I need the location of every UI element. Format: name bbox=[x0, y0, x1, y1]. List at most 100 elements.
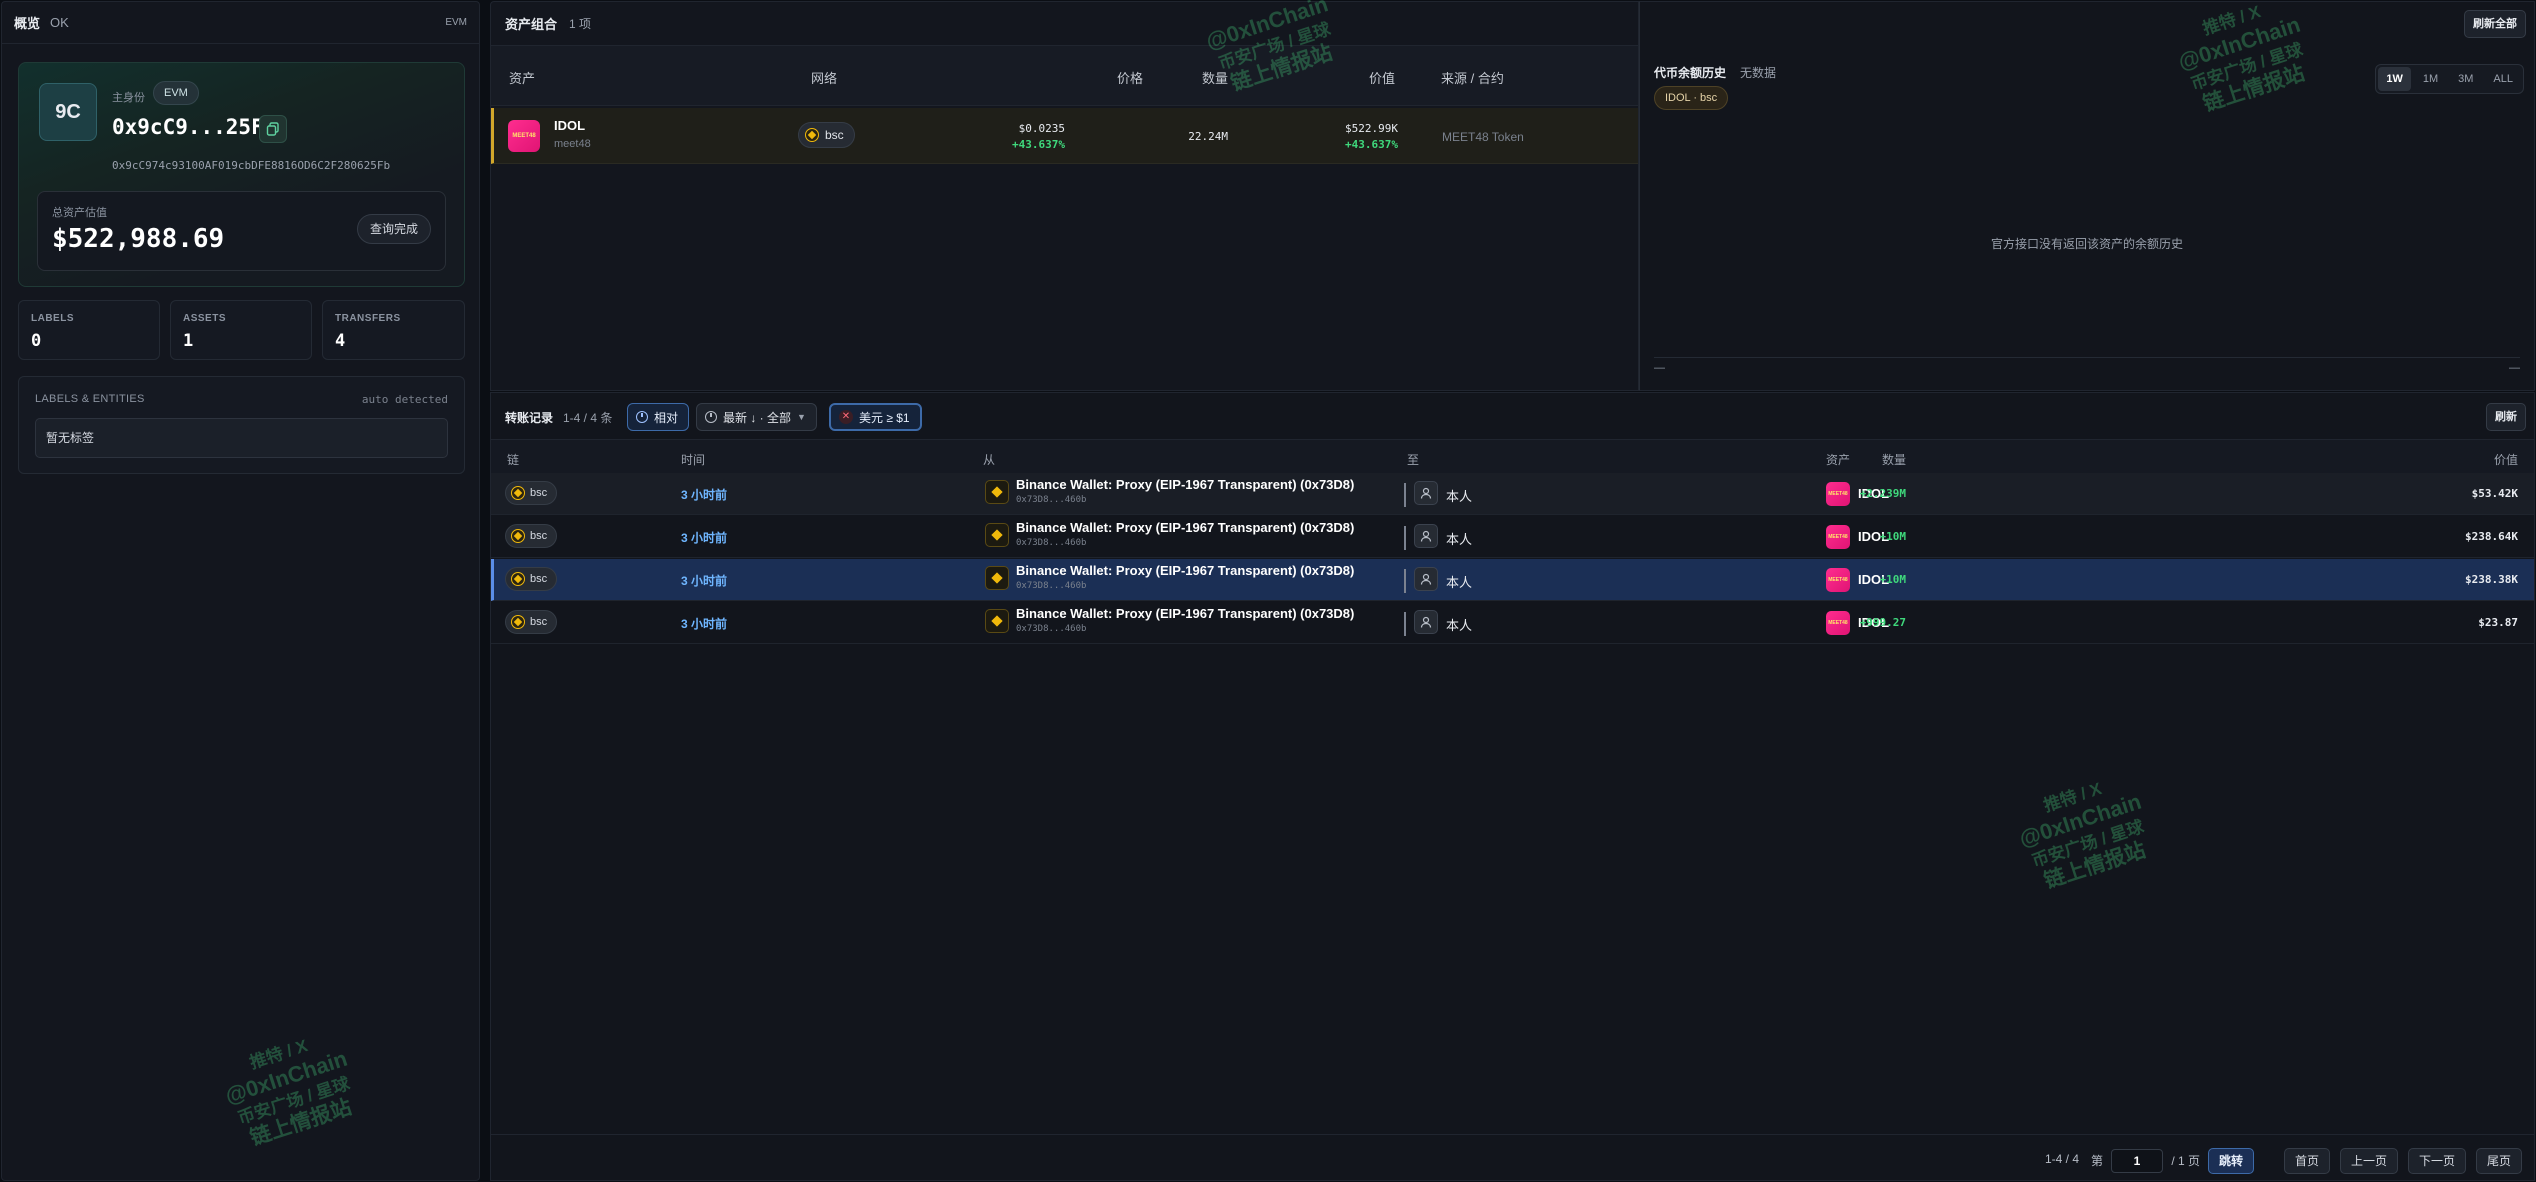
tx-from-address: 0x73D8...460b bbox=[1016, 581, 1087, 591]
chip-label: 最新 ↓ · 全部 bbox=[723, 410, 791, 425]
range-1w[interactable]: 1W bbox=[2378, 67, 2411, 91]
watermark-line: 币安广场 / 星球 bbox=[2029, 816, 2146, 871]
table-row[interactable]: bsc 3 小时前 Binance Wallet: Proxy (EIP-196… bbox=[491, 602, 2534, 644]
chain-tag: EVM bbox=[445, 17, 467, 28]
asset-row[interactable]: MEET48 IDOL meet48 bsc $0.0235 +43.637% … bbox=[491, 108, 1638, 164]
table-row-selected[interactable]: bsc 3 小时前 Binance Wallet: Proxy (EIP-196… bbox=[491, 559, 2534, 601]
watermark: 推特 / X @0xInChain 币安广场 / 星球 链上情报站 bbox=[2168, 0, 2318, 121]
col-quantity: 数量 bbox=[1201, 71, 1228, 86]
col-chain: 链 bbox=[507, 453, 520, 467]
watermark-line: 推特 / X bbox=[2200, 2, 2263, 39]
idol-token-icon: MEET48 bbox=[1826, 482, 1850, 506]
watermark: 推特 / X @0xInChain 币安广场 / 星球 链上情报站 bbox=[215, 1025, 365, 1156]
identity-role-label: 主身份 bbox=[112, 92, 145, 104]
bnb-icon bbox=[511, 615, 525, 629]
chain-label: bsc bbox=[530, 573, 548, 585]
tx-quantity: +2.239M bbox=[1859, 487, 1906, 500]
close-icon[interactable]: ✕ bbox=[839, 410, 853, 424]
stat-value: 4 bbox=[335, 331, 346, 351]
chip-label: 美元 ≥ $1 bbox=[859, 410, 910, 425]
tx-from[interactable]: Binance Wallet: Proxy (EIP-1967 Transpar… bbox=[1016, 520, 1354, 535]
total-value-label: 总资产估值 bbox=[52, 207, 107, 219]
clock-icon bbox=[636, 411, 648, 423]
chain-pill: bsc bbox=[505, 610, 558, 634]
copy-icon bbox=[266, 122, 279, 136]
asset-source: MEET48 Token bbox=[1442, 130, 1524, 144]
jump-button[interactable]: 跳转 bbox=[2207, 1148, 2254, 1174]
tx-from[interactable]: Binance Wallet: Proxy (EIP-1967 Transpar… bbox=[1016, 606, 1354, 621]
bnb-icon bbox=[511, 486, 525, 500]
balance-history-tag: IDOL · bsc bbox=[1654, 86, 1729, 110]
tx-quantity: +999.27 bbox=[1859, 616, 1906, 629]
tx-from-address: 0x73D8...460b bbox=[1016, 624, 1087, 634]
asset-portfolio-header: 资产组合 1 项 bbox=[491, 2, 1638, 46]
bnb-icon bbox=[511, 529, 525, 543]
chevron-down-icon: ▼ bbox=[797, 412, 806, 422]
binance-icon bbox=[985, 523, 1009, 547]
transfers-table-header: 链 时间 从 至 资产 数量 价值 bbox=[491, 440, 2534, 476]
col-to: 至 bbox=[1407, 453, 1420, 467]
refresh-all-button[interactable]: 刷新全部 bbox=[2464, 10, 2526, 38]
evm-badge: EVM bbox=[153, 81, 199, 105]
full-address: 0x9cC974c93100AF019cbDFE8816OD6C2F280625… bbox=[112, 159, 391, 172]
labels-empty: 暂无标签 bbox=[35, 418, 448, 458]
divider bbox=[1404, 483, 1406, 507]
watermark-line: @0xInChain bbox=[222, 1045, 351, 1109]
watermark-line: @0xInChain bbox=[2016, 788, 2145, 852]
last-page-button[interactable]: 尾页 bbox=[2475, 1148, 2522, 1174]
asset-portfolio-title: 资产组合 bbox=[505, 17, 558, 32]
user-icon bbox=[1414, 481, 1438, 505]
binance-icon bbox=[985, 566, 1009, 590]
tx-from-address: 0x73D8...460b bbox=[1016, 538, 1087, 548]
refresh-button[interactable]: 刷新 bbox=[2486, 403, 2526, 431]
sort-dropdown[interactable]: 最新 ↓ · 全部 ▼ bbox=[696, 403, 817, 431]
usd-filter-chip[interactable]: ✕ 美元 ≥ $1 bbox=[829, 403, 922, 431]
tx-quantity: +10M bbox=[1879, 573, 1907, 586]
transfers-count: 1-4 / 4 条 bbox=[563, 411, 613, 425]
overview-title: 概览 bbox=[14, 16, 41, 31]
overview-header: 概览 OK EVM bbox=[2, 2, 479, 44]
range-3m[interactable]: 3M bbox=[2450, 67, 2481, 91]
pagination-suffix: / 1 页 bbox=[2171, 1154, 2200, 1168]
labels-entities-hint: auto detected bbox=[361, 393, 448, 406]
asset-sub: meet48 bbox=[554, 138, 591, 150]
prev-page-button[interactable]: 上一页 bbox=[2339, 1148, 2398, 1174]
transfers-panel: 转账记录 1-4 / 4 条 相对 最新 ↓ · 全部 ▼ ✕ 美元 ≥ $1 … bbox=[490, 392, 2535, 1181]
stat-label: ASSETS bbox=[183, 313, 227, 324]
relative-time-chip[interactable]: 相对 bbox=[627, 403, 690, 431]
pagination-range: 1-4 / 4 bbox=[2044, 1152, 2079, 1166]
tx-from[interactable]: Binance Wallet: Proxy (EIP-1967 Transpar… bbox=[1016, 563, 1354, 578]
query-complete-button[interactable]: 查询完成 bbox=[356, 214, 431, 244]
total-value: $522,988.69 bbox=[52, 224, 225, 254]
chain-pill: bsc bbox=[505, 567, 558, 591]
watermark-line: @0xInChain bbox=[2175, 11, 2304, 75]
balance-history-empty: 官方接口没有返回该资产的余额历史 bbox=[1990, 237, 2183, 251]
col-from: 从 bbox=[983, 453, 996, 467]
chain-pill: bsc bbox=[505, 524, 558, 548]
user-icon bbox=[1414, 610, 1438, 634]
network-label: bsc bbox=[825, 128, 844, 142]
col-asset: 资产 bbox=[1826, 453, 1851, 467]
asset-price: $0.0235 bbox=[1018, 122, 1065, 135]
tx-from[interactable]: Binance Wallet: Proxy (EIP-1967 Transpar… bbox=[1016, 477, 1354, 492]
page-number-input[interactable] bbox=[2111, 1149, 2163, 1173]
copy-address-button[interactable] bbox=[259, 115, 287, 143]
next-page-button[interactable]: 下一页 bbox=[2407, 1148, 2466, 1174]
watermark-line: 链上情报站 bbox=[2200, 61, 2308, 116]
chain-label: bsc bbox=[530, 530, 548, 542]
balance-history-subtitle: 无数据 bbox=[1740, 66, 1777, 80]
table-row[interactable]: bsc 3 小时前 Binance Wallet: Proxy (EIP-196… bbox=[491, 516, 2534, 558]
watermark-line: 推特 / X bbox=[2041, 779, 2104, 816]
user-icon bbox=[1414, 567, 1438, 591]
range-all[interactable]: ALL bbox=[2485, 67, 2521, 91]
watermark-line: 币安广场 / 星球 bbox=[235, 1073, 352, 1128]
axis-right-label: — bbox=[2509, 362, 2520, 374]
range-1m[interactable]: 1M bbox=[2415, 67, 2446, 91]
pagination-prefix: 第 bbox=[2090, 1154, 2103, 1168]
balance-history-panel: 刷新全部 代币余额历史 无数据 IDOL · bsc 1W 1M 3M ALL … bbox=[1639, 1, 2535, 391]
balance-history-title: 代币余额历史 bbox=[1654, 66, 1727, 80]
watermark-line: 推特 / X bbox=[247, 1036, 310, 1073]
first-page-button[interactable]: 首页 bbox=[2283, 1148, 2330, 1174]
col-price: 价格 bbox=[1116, 71, 1143, 86]
table-row[interactable]: bsc 3 小时前 Binance Wallet: Proxy (EIP-196… bbox=[491, 473, 2534, 515]
